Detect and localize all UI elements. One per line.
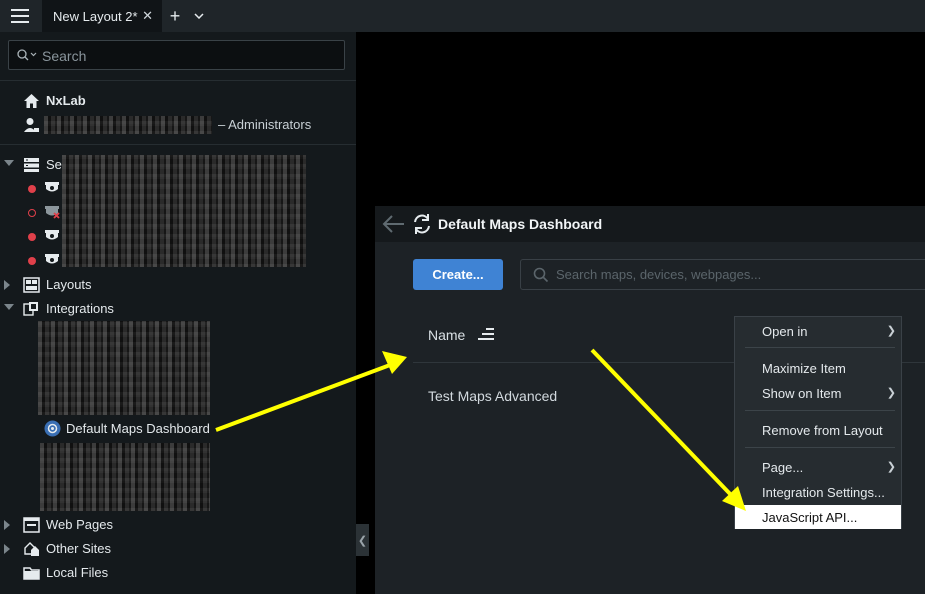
annotation-arrows: [215, 348, 746, 511]
annotation-arrow: [590, 348, 735, 499]
annotation-arrow: [215, 363, 391, 432]
annotation-arrowhead: [382, 351, 407, 374]
